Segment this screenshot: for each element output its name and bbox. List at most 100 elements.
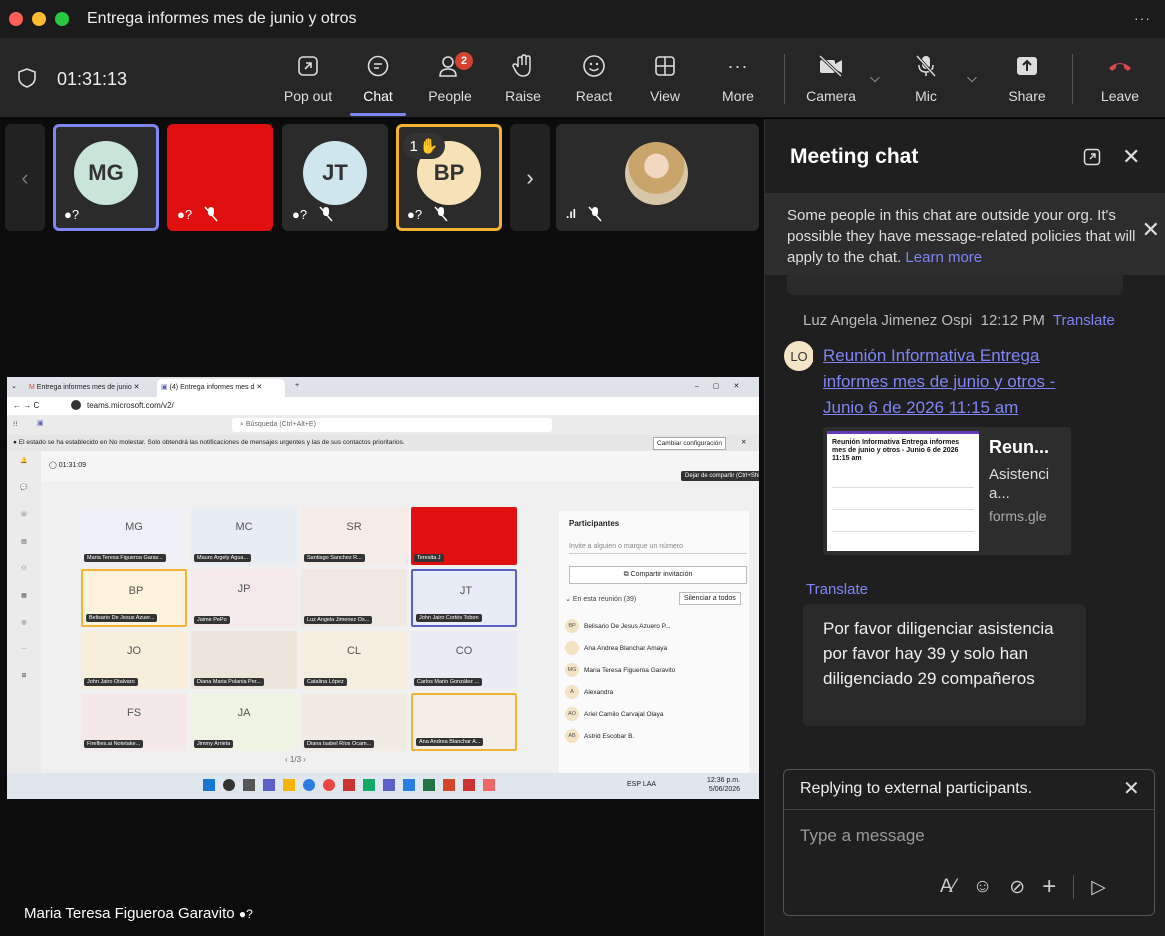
link-preview-card[interactable]: Reunión Informativa Entrega informes mes… — [823, 427, 1071, 555]
tile-name-label: Diana Maria Polania Per... — [194, 678, 264, 686]
maximize-window-button[interactable] — [55, 12, 69, 26]
participant-tile[interactable]: JT ●? — [282, 124, 388, 231]
camera-options-chevron-icon[interactable]: ⌵ — [870, 70, 880, 86]
participant-row: Ana Andrea Blanchar Amaya — [565, 639, 745, 657]
participants-pane: Participantes Invite a alguien o marque … — [559, 511, 749, 773]
clock-time: 12:36 p.m. — [707, 777, 741, 784]
chevron-down-icon: ⌄ — [11, 383, 17, 390]
avatar: A — [565, 685, 579, 699]
participant-row: BP Belisario De Jesus Azuero P... — [565, 617, 745, 635]
format-text-icon[interactable]: A⁄ — [940, 876, 956, 898]
new-tab-icon: + — [295, 382, 300, 389]
popout-label: Pop out — [283, 88, 333, 104]
toolbar-divider — [1072, 54, 1073, 104]
message-meta: Luz Angela Jimenez Ospi 12:12 PM Transla… — [803, 312, 1115, 329]
chevron-left-icon: ‹ — [21, 164, 29, 190]
close-icon: ✕ — [741, 439, 747, 446]
apps-grid-icon: ⁝⁝ — [13, 421, 18, 428]
message-text: Por favor diligenciar asistencia por fav… — [823, 619, 1054, 688]
mic-options-chevron-icon[interactable]: ⌵ — [967, 70, 977, 86]
close-window-button[interactable] — [9, 12, 23, 26]
shared-video-tile: Ana Andrea Blanchar A... — [411, 693, 517, 751]
window-more-button[interactable]: ··· — [1134, 10, 1151, 26]
hand-icon: ✋ — [419, 138, 439, 155]
mic-off-icon — [319, 206, 333, 222]
loop-icon[interactable]: ⊘ — [1009, 876, 1025, 899]
participant-tile[interactable]: ●? — [167, 124, 273, 231]
chat-button[interactable]: Chat — [350, 50, 406, 116]
window-controls: –▢✕ — [695, 383, 754, 390]
reply-banner: Replying to external participants. ✕ — [784, 770, 1154, 810]
close-chat-icon[interactable]: ✕ — [1122, 144, 1140, 170]
popout-button[interactable]: Pop out — [278, 50, 338, 110]
share-label: Share — [1008, 88, 1046, 104]
meeting-chat-pane: Meeting chat ✕ Some people in this chat … — [764, 119, 1165, 936]
avatar — [565, 641, 579, 655]
gallery-prev-button[interactable]: ‹ — [5, 124, 45, 231]
os-taskbar: ESP LAA 12:36 p.m. 5/06/2026 — [7, 773, 759, 799]
add-icon[interactable]: + — [1042, 873, 1056, 901]
dnd-text: El estado se ha establecido en No molest… — [18, 439, 405, 446]
shared-video-tile: MG Maria Teresa Figueroa Garav... — [81, 507, 187, 565]
learn-more-link[interactable]: Learn more — [905, 249, 982, 266]
meeting-timer-small: ◯ 01:31:09 — [49, 462, 87, 469]
avatar-initials: JT — [459, 585, 473, 597]
minimize-window-button[interactable] — [32, 12, 46, 26]
tile-name-label: Maria Teresa Figueroa Garav... — [84, 554, 166, 562]
view-button[interactable]: View — [637, 50, 693, 110]
shared-video-tile: FS Fireflies.ai Notetake... — [81, 693, 187, 751]
participant-name: Maria Teresa Figueroa Garavito — [584, 666, 676, 674]
grid-pager: ‹ 1/3 › — [285, 755, 306, 764]
meeting-link[interactable]: Reunión Informativa Entrega informes mes… — [823, 343, 1078, 421]
meeting-toolbar: 01:31:13 Pop out Chat 2 People Raise Rea… — [0, 38, 1165, 118]
chat-active-indicator — [350, 113, 406, 116]
tile-name-label: Carlos Mario González ... — [414, 678, 483, 686]
emoji-icon[interactable]: ☺ — [973, 876, 992, 898]
language-indicator: ESP LAA — [627, 781, 657, 788]
shared-video-tile: JO John Jairo Otalvaro — [81, 631, 187, 689]
camera-button[interactable]: Camera — [800, 50, 862, 110]
presenter-name: Maria Teresa Figueroa Garavito ●? — [24, 905, 253, 922]
grid-view-icon — [649, 50, 681, 82]
participant-tile-hand-raised[interactable]: BP 1 ✋ ●? — [396, 124, 502, 231]
in-meeting-label: En esta reunión (39) — [572, 596, 637, 603]
preview-doc-title: Reunión Informativa Entrega informes mes… — [832, 439, 960, 462]
timer-text: 01:31:09 — [58, 462, 87, 469]
camera-label: Camera — [806, 88, 856, 104]
share-button[interactable]: Share — [1000, 50, 1054, 110]
close-notice-icon[interactable]: ✕ — [1142, 219, 1160, 241]
react-button[interactable]: React — [566, 50, 622, 110]
compose-actions: A⁄ ☺ ⊘ + ▷ — [940, 873, 1106, 901]
message-input[interactable]: Type a message — [800, 826, 1140, 846]
mic-label: Mic — [915, 88, 937, 104]
people-button[interactable]: 2 People — [421, 50, 479, 110]
participant-row: AO Ariel Camilo Carvajal Olaya — [565, 705, 745, 723]
avatar-initials: LO — [790, 348, 808, 364]
avatar-initials: BP — [433, 160, 465, 185]
popout-chat-icon[interactable] — [1083, 148, 1101, 166]
close-reply-banner-icon[interactable]: ✕ — [1123, 776, 1140, 801]
shared-video-tile: MC Mauro Argely Agua... — [191, 507, 297, 565]
participant-name: Alexandra — [584, 688, 614, 696]
mic-button[interactable]: Mic — [898, 50, 954, 110]
gallery-next-button[interactable]: › — [510, 124, 550, 231]
mic-off-icon — [910, 50, 942, 82]
os-clock: 12:36 p.m. 5/06/2026 — [707, 776, 740, 794]
avatar: AB — [565, 729, 579, 743]
participant-row: AB Astrid Escobar B. — [565, 727, 745, 745]
translate-link[interactable]: Translate — [1053, 312, 1115, 329]
participant-name: Belisario De Jesus Azuero P... — [584, 622, 671, 630]
avatar-initials: BP — [128, 585, 144, 597]
leave-button[interactable]: Leave — [1092, 50, 1148, 110]
leave-label: Leave — [1100, 88, 1140, 104]
more-button[interactable]: ··· More — [710, 50, 766, 110]
toolbar-divider — [784, 54, 785, 104]
shared-video-tile: JP Jaime PePo — [191, 569, 297, 627]
send-icon[interactable]: ▷ — [1091, 876, 1106, 899]
participant-tile[interactable]: MG ●? — [53, 124, 159, 231]
raise-hand-button[interactable]: Raise — [495, 50, 551, 110]
translate-link[interactable]: Translate — [806, 581, 868, 598]
compose-box: Replying to external participants. ✕ Typ… — [783, 769, 1155, 916]
participant-tile-video[interactable]: .ıl — [556, 124, 759, 231]
phone-hangup-icon — [1104, 50, 1136, 82]
